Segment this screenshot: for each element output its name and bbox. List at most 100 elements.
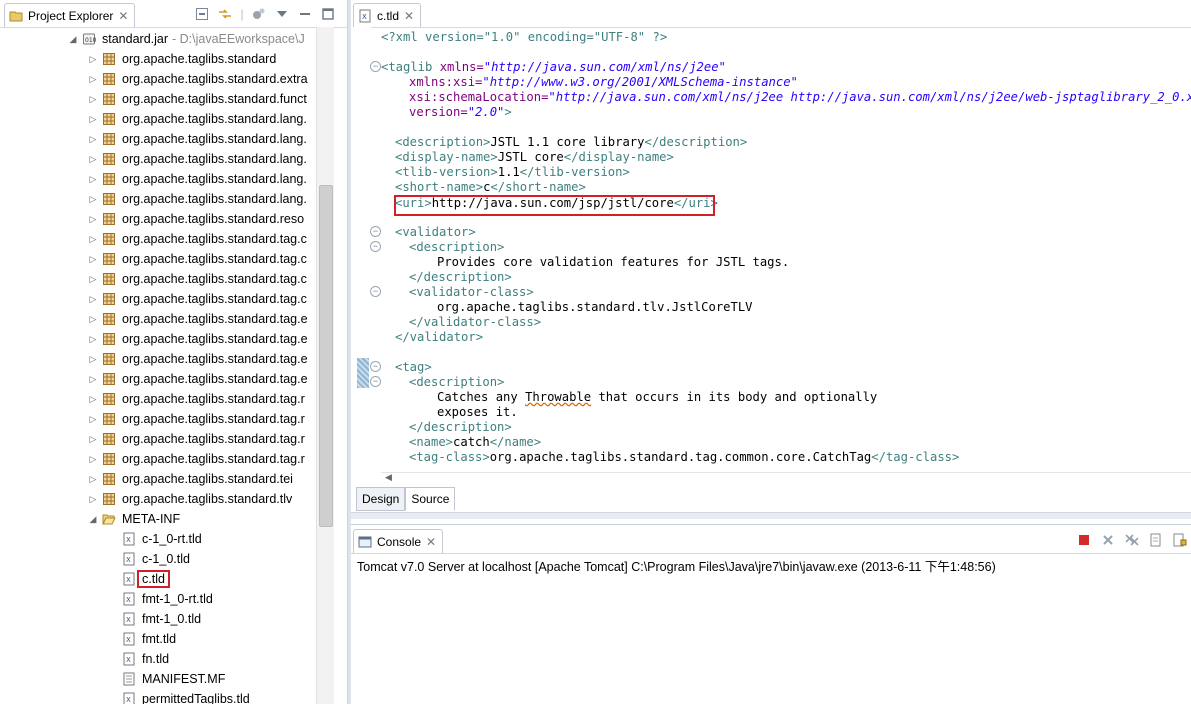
expanded-arrow-icon[interactable]: ◢ [68,29,78,49]
project-tree: ◢ 010 standard.jar - D:\javaEEworkspace\… [0,27,316,704]
collapsed-arrow-icon[interactable]: ▷ [88,309,98,329]
collapsed-arrow-icon[interactable]: ▷ [88,189,98,209]
close-icon[interactable]: ✕ [118,10,128,22]
editor-gutter[interactable] [351,27,371,472]
collapsed-arrow-icon[interactable]: ▷ [88,109,98,129]
tree-item-package[interactable]: ▷ org.apache.taglibs.standard.tag.c [0,269,316,289]
collapsed-arrow-icon[interactable]: ▷ [88,349,98,369]
package-label: org.apache.taglibs.standard.tag.r [122,432,305,446]
tab-console[interactable]: Console ✕ [353,529,444,553]
tree-item-package[interactable]: ▷ org.apache.taglibs.standard.tag.c [0,229,316,249]
tree-item-jar[interactable]: ◢ 010 standard.jar - D:\javaEEworkspace\… [0,29,316,49]
tree-item-file[interactable]: XpermittedTaglibs.tld [0,689,316,704]
tree-item-file[interactable]: Xc.tld [0,569,316,589]
tree-item-package[interactable]: ▷ org.apache.taglibs.standard.funct [0,89,316,109]
remove-all-terminated-icon[interactable] [1123,531,1141,549]
tree-item-file[interactable]: Xfmt-1_0-rt.tld [0,589,316,609]
scrollbar-thumb[interactable] [319,185,333,527]
tab-source[interactable]: Source [405,487,456,511]
tree-item-package[interactable]: ▷ org.apache.taglibs.standard.tag.c [0,249,316,269]
expanded-arrow-icon[interactable]: ◢ [88,509,98,529]
tab-c-tld[interactable]: X c.tld ✕ [353,3,422,27]
tree-item-package[interactable]: ▷ org.apache.taglibs.standard.lang. [0,189,316,209]
link-with-editor-icon[interactable] [216,5,234,23]
jar-path: - D:\javaEEworkspace\J [172,32,305,46]
fold-toggle-icon[interactable]: − [370,376,381,387]
tree-item-package[interactable]: ▷ org.apache.taglibs.standard.tei [0,469,316,489]
editor-hscrollbar[interactable]: ◀ [381,472,1191,485]
collapsed-arrow-icon[interactable]: ▷ [88,49,98,69]
collapsed-arrow-icon[interactable]: ▷ [88,389,98,409]
scroll-lock-icon[interactable] [1171,531,1189,549]
collapsed-arrow-icon[interactable]: ▷ [88,89,98,109]
close-icon[interactable]: ✕ [426,536,436,548]
tree-item-file[interactable]: MANIFEST.MF [0,669,316,689]
tree-item-package[interactable]: ▷ org.apache.taglibs.standard.tag.e [0,369,316,389]
maximize-icon[interactable] [319,5,337,23]
collapsed-arrow-icon[interactable]: ▷ [88,329,98,349]
focus-task-icon[interactable] [250,5,268,23]
tree-item-package[interactable]: ▷ org.apache.taglibs.standard.tag.r [0,429,316,449]
collapse-all-icon[interactable] [193,5,211,23]
collapsed-arrow-icon[interactable]: ▷ [88,169,98,189]
collapsed-arrow-icon[interactable]: ▷ [88,229,98,249]
collapsed-arrow-icon[interactable]: ▷ [88,289,98,309]
tree-item-package[interactable]: ▷ org.apache.taglibs.standard.tag.e [0,309,316,329]
tree-item-file[interactable]: Xfmt-1_0.tld [0,609,316,629]
explorer-scrollbar[interactable] [316,27,334,704]
remove-launch-icon[interactable] [1099,531,1117,549]
collapsed-arrow-icon[interactable]: ▷ [88,209,98,229]
tree-item-package[interactable]: ▷ org.apache.taglibs.standard.tag.c [0,289,316,309]
clear-console-icon[interactable] [1147,531,1165,549]
svg-text:010: 010 [85,37,96,44]
tree-item-package[interactable]: ▷ org.apache.taglibs.standard.tlv [0,489,316,509]
tree-item-package[interactable]: ▷ org.apache.taglibs.standard [0,49,316,69]
minimize-icon[interactable] [296,5,314,23]
xml-file-icon: X [122,652,136,666]
tree-item-meta-inf[interactable]: ◢ META-INF [0,509,316,529]
fold-toggle-icon[interactable]: − [370,361,381,372]
tree-item-package[interactable]: ▷ org.apache.taglibs.standard.lang. [0,109,316,129]
tree-item-package[interactable]: ▷ org.apache.taglibs.standard.lang. [0,129,316,149]
collapsed-arrow-icon[interactable]: ▷ [88,489,98,509]
collapsed-arrow-icon[interactable]: ▷ [88,249,98,269]
tree-item-package[interactable]: ▷ org.apache.taglibs.standard.lang. [0,169,316,189]
close-icon[interactable]: ✕ [404,10,414,22]
fold-toggle-icon[interactable]: − [370,241,381,252]
fold-toggle-icon[interactable]: − [370,61,381,72]
fold-toggle-icon[interactable]: − [370,286,381,297]
tree-item-package[interactable]: ▷ org.apache.taglibs.standard.tag.r [0,409,316,429]
tree-item-package[interactable]: ▷ org.apache.taglibs.standard.tag.e [0,349,316,369]
tree-item-package[interactable]: ▷ org.apache.taglibs.standard.tag.r [0,449,316,469]
tree-item-file[interactable]: Xfmt.tld [0,629,316,649]
terminate-icon[interactable] [1075,531,1093,549]
collapsed-arrow-icon[interactable]: ▷ [88,409,98,429]
collapsed-arrow-icon[interactable]: ▷ [88,369,98,389]
code-line-decl: <?xml version="1.0" encoding="UTF-8" ?> [381,30,668,44]
tree-item-file[interactable]: Xc-1_0.tld [0,549,316,569]
tree-item-file[interactable]: Xc-1_0-rt.tld [0,529,316,549]
tree-item-package[interactable]: ▷ org.apache.taglibs.standard.reso [0,209,316,229]
xml-file-icon: X [122,532,136,546]
collapsed-arrow-icon[interactable]: ▷ [88,269,98,289]
tab-design[interactable]: Design [356,487,406,511]
editor-mode-tabs: Design Source [356,487,456,511]
tree-item-package[interactable]: ▷ org.apache.taglibs.standard.lang. [0,149,316,169]
collapsed-arrow-icon[interactable]: ▷ [88,129,98,149]
source-code[interactable]: <?xml version="1.0" encoding="UTF-8" ?> … [381,30,1191,470]
fold-toggle-icon[interactable]: − [370,226,381,237]
tree-item-package[interactable]: ▷ org.apache.taglibs.standard.extra [0,69,316,89]
package-icon [102,412,116,426]
tree-item-file[interactable]: Xfn.tld [0,649,316,669]
package-label: org.apache.taglibs.standard.tei [122,472,293,486]
collapsed-arrow-icon[interactable]: ▷ [88,449,98,469]
collapsed-arrow-icon[interactable]: ▷ [88,69,98,89]
tab-project-explorer[interactable]: Project Explorer ✕ [4,3,136,27]
tree-item-package[interactable]: ▷ org.apache.taglibs.standard.tag.r [0,389,316,409]
collapsed-arrow-icon[interactable]: ▷ [88,149,98,169]
collapsed-arrow-icon[interactable]: ▷ [88,469,98,489]
collapsed-arrow-icon[interactable]: ▷ [88,429,98,449]
scroll-left-icon[interactable]: ◀ [385,472,392,483]
tree-item-package[interactable]: ▷ org.apache.taglibs.standard.tag.e [0,329,316,349]
view-menu-icon[interactable] [273,5,291,23]
